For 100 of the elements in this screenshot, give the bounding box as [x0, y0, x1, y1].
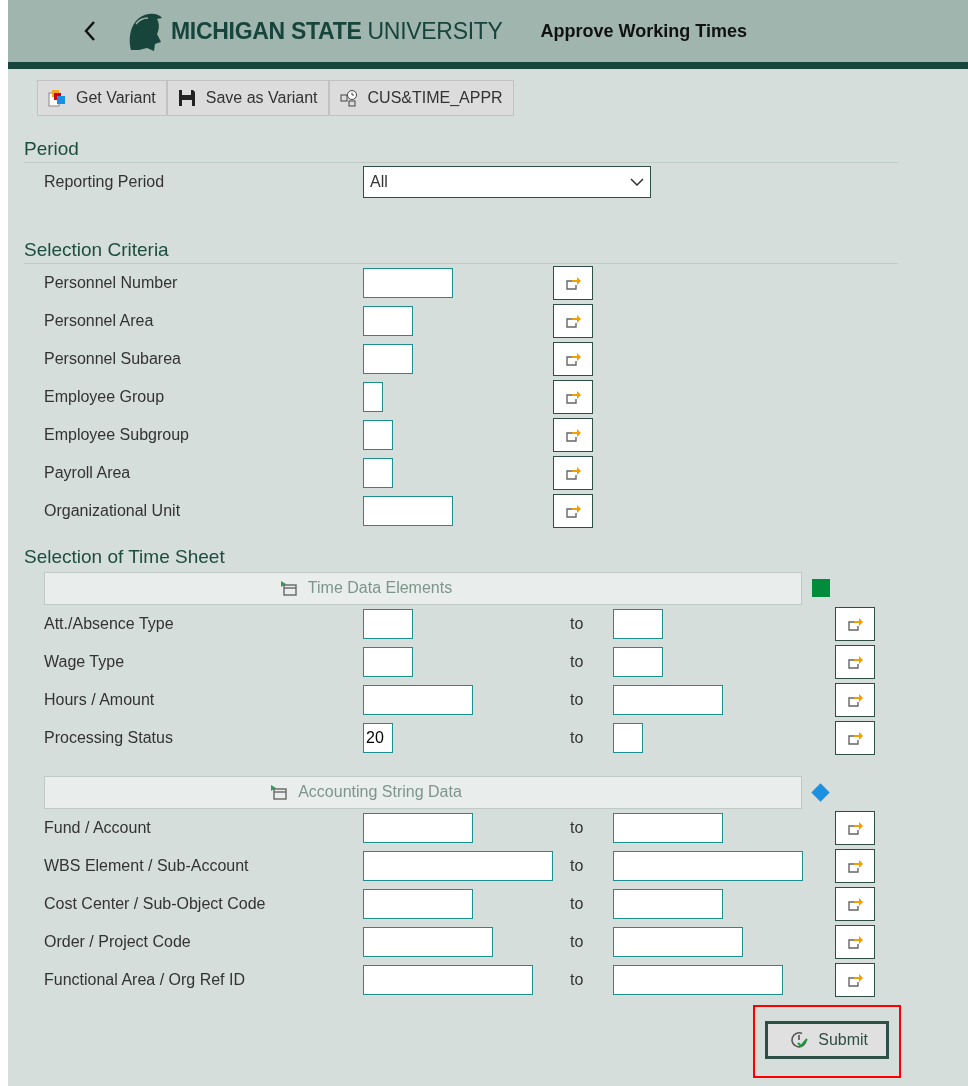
field-label: Fund / Account [44, 819, 152, 837]
field-label: Personnel Area [44, 312, 155, 330]
toolbar-button[interactable]: Get Variant [37, 80, 167, 116]
variant-icon [48, 89, 66, 107]
arrow-out-icon [846, 896, 864, 912]
arrow-out-icon [564, 427, 582, 443]
arrow-out-icon [846, 692, 864, 708]
toolbar-button[interactable]: CUS&TIME_APPR [328, 80, 514, 116]
arrow-out-icon [564, 313, 582, 329]
clock-check-icon [790, 1031, 809, 1049]
multiple-selection-button[interactable] [835, 811, 875, 845]
input-field[interactable] [363, 965, 533, 995]
expand-panel-icon [270, 784, 289, 800]
range-label: to [570, 857, 585, 875]
save-icon [177, 89, 196, 107]
arrow-out-icon [564, 389, 582, 405]
input-field[interactable] [363, 268, 453, 298]
chevron-down-icon [630, 178, 644, 186]
multiple-selection-button[interactable] [553, 494, 593, 528]
field-label: Att./Absence Type [44, 615, 175, 633]
input-field[interactable] [363, 813, 473, 843]
dropdown-field[interactable]: All [363, 166, 651, 198]
multiple-selection-button[interactable] [553, 342, 593, 376]
multiple-selection-button[interactable] [835, 721, 875, 755]
field-label: Payroll Area [44, 464, 132, 482]
program-clock-icon [339, 89, 358, 107]
range-label: to [570, 615, 585, 633]
range-label: to [570, 653, 585, 671]
arrow-out-icon [564, 465, 582, 481]
arrow-out-icon [846, 730, 864, 746]
range-label: to [570, 729, 585, 747]
toolbar-button[interactable]: Save as Variant [166, 80, 329, 116]
arrow-out-icon [846, 858, 864, 874]
input-field[interactable] [613, 609, 663, 639]
multiple-selection-button[interactable] [835, 925, 875, 959]
arrow-out-icon [564, 503, 582, 519]
field-label: Order / Project Code [44, 933, 192, 951]
multiple-selection-button[interactable] [553, 266, 593, 300]
input-field[interactable] [613, 927, 743, 957]
input-field[interactable] [363, 927, 493, 957]
input-field[interactable] [613, 685, 723, 715]
back-icon[interactable] [83, 20, 97, 42]
arrow-out-icon [846, 972, 864, 988]
multiple-selection-button[interactable] [835, 887, 875, 921]
field-label: Employee Subgroup [44, 426, 190, 444]
section-heading: Selection Criteria [24, 239, 170, 262]
input-field[interactable] [613, 647, 663, 677]
range-label: to [570, 971, 585, 989]
arrow-out-icon [846, 820, 864, 836]
field-label: Personnel Subarea [44, 350, 182, 368]
field-label: Employee Group [44, 388, 166, 406]
input-field[interactable] [363, 306, 413, 336]
field-label: WBS Element / Sub-Account [44, 857, 250, 875]
input-field[interactable] [613, 889, 723, 919]
input-field[interactable]: 20 [363, 723, 393, 753]
arrow-out-icon [846, 934, 864, 950]
input-field[interactable] [613, 723, 643, 753]
range-label: to [570, 933, 585, 951]
field-label: Organizational Unit [44, 502, 182, 520]
section-heading: Selection of Time Sheet [24, 546, 226, 569]
input-field[interactable] [613, 813, 723, 843]
section-heading: Period [24, 138, 80, 161]
input-field[interactable] [363, 458, 393, 488]
input-field[interactable] [363, 685, 473, 715]
multiple-selection-button[interactable] [835, 645, 875, 679]
university-logo-text: MICHIGAN STATE UNIVERSITY [171, 17, 503, 45]
field-label: Reporting Period [44, 173, 166, 191]
multiple-selection-button[interactable] [553, 418, 593, 452]
field-label: Personnel Number [44, 274, 179, 292]
field-label: Wage Type [44, 653, 126, 671]
range-label: to [570, 819, 585, 837]
submit-button[interactable]: Submit [765, 1021, 889, 1059]
arrow-out-icon [564, 275, 582, 291]
arrow-out-icon [564, 351, 582, 367]
field-label: Hours / Amount [44, 691, 156, 709]
multiple-selection-button[interactable] [835, 607, 875, 641]
expand-panel-icon [279, 580, 298, 596]
page-title: Approve Working Times [540, 20, 747, 42]
input-field[interactable] [363, 647, 413, 677]
arrow-out-icon [846, 654, 864, 670]
arrow-out-icon [846, 616, 864, 632]
input-field[interactable] [363, 851, 553, 881]
input-field[interactable] [613, 965, 783, 995]
field-label: Cost Center / Sub-Object Code [44, 895, 267, 913]
input-field[interactable] [363, 889, 473, 919]
input-field[interactable] [363, 609, 413, 639]
multiple-selection-button[interactable] [553, 304, 593, 338]
input-field[interactable] [363, 382, 383, 412]
input-field[interactable] [363, 496, 453, 526]
multiple-selection-button[interactable] [835, 849, 875, 883]
multiple-selection-button[interactable] [553, 380, 593, 414]
multiple-selection-button[interactable] [835, 963, 875, 997]
field-label: Processing Status [44, 729, 174, 747]
range-label: to [570, 895, 585, 913]
field-label: Functional Area / Org Ref ID [44, 971, 246, 989]
multiple-selection-button[interactable] [835, 683, 875, 717]
input-field[interactable] [363, 344, 413, 374]
input-field[interactable] [363, 420, 393, 450]
multiple-selection-button[interactable] [553, 456, 593, 490]
input-field[interactable] [613, 851, 803, 881]
